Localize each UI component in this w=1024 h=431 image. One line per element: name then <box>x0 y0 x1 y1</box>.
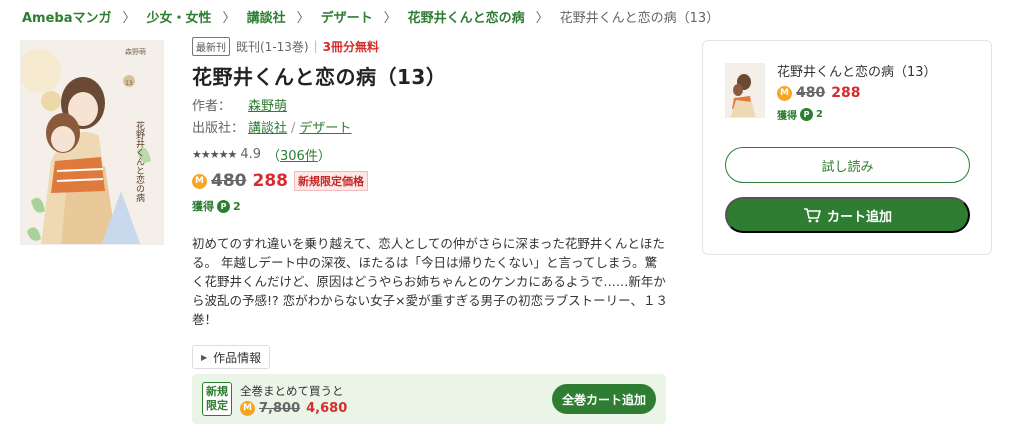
panel-info: 花野井くんと恋の病（13） M 480 288 獲得 P 2 <box>777 61 937 122</box>
badge-separator: | <box>313 39 318 53</box>
publisher-label: 出版社： <box>192 121 245 136</box>
author-link[interactable]: 森野萌 <box>248 99 287 114</box>
points-row: 獲得 P 2 <box>192 198 672 214</box>
breadcrumb-separator: 〉 <box>222 10 236 26</box>
publisher-row: 出版社： 講談社 / デザート <box>192 118 672 140</box>
publisher-separator: / <box>291 121 296 136</box>
points-label: 獲得 <box>192 200 214 213</box>
volume-range: 既刊(1-13巻) <box>236 39 309 54</box>
rating-count: （306件） <box>267 148 331 164</box>
breadcrumb-category[interactable]: 少女・女性 <box>147 7 212 26</box>
breadcrumb-separator: 〉 <box>122 10 136 26</box>
add-to-cart-label: カート追加 <box>826 208 892 224</box>
point-icon: P <box>217 199 230 213</box>
bulk-purchase-box: 新規 限定 全巻まとめて買うと M 7,800 4,680 全巻カート追加 <box>192 374 666 424</box>
caret-right-icon: ▶ <box>201 352 208 362</box>
book-meta: 作者： 森野萌 出版社： 講談社 / デザート <box>192 96 672 140</box>
star-rating-icon: ★★★★★ <box>192 147 237 161</box>
author-row: 作者： 森野萌 <box>192 96 672 118</box>
original-price: 480 <box>211 171 247 191</box>
book-title: 花野井くんと恋の病（13） <box>192 65 447 89</box>
new-limited-tag: 新規 限定 <box>202 382 232 416</box>
bulk-sale-price: 4,680 <box>306 400 348 416</box>
svg-text:森野萌: 森野萌 <box>125 47 146 56</box>
publisher-link[interactable]: 講談社 <box>248 121 287 136</box>
points-value: 2 <box>816 109 823 120</box>
bulk-prices: M 7,800 4,680 <box>240 400 348 416</box>
points-label: 獲得 <box>777 111 797 122</box>
point-icon: P <box>800 108 813 121</box>
panel-original-price: 480 <box>796 85 826 101</box>
book-badges: 最新刊 既刊(1-13巻) | 3冊分無料 <box>192 36 672 56</box>
work-info-button[interactable]: ▶ 作品情報 <box>192 345 271 369</box>
review-count-link[interactable]: 306件 <box>280 149 318 164</box>
rating-value: 4.9 <box>240 146 261 162</box>
svg-text:13: 13 <box>125 80 133 87</box>
breadcrumb-current: 花野井くんと恋の病（13） <box>559 10 720 26</box>
author-label: 作者： <box>192 99 232 114</box>
points-value: 2 <box>233 199 241 213</box>
book-cover[interactable]: 13 森野萌 花野井くんと恋の病 <box>20 40 164 245</box>
bulk-text: 全巻まとめて買うと M 7,800 4,680 <box>240 383 347 416</box>
cart-icon <box>803 207 821 223</box>
breadcrumb-home[interactable]: Amebaマンガ <box>22 7 112 26</box>
breadcrumb: Amebaマンガ 〉 少女・女性 〉 講談社 〉 デザート 〉 花野井くんと恋の… <box>22 6 719 26</box>
coin-icon: M <box>192 173 207 189</box>
panel-price-row: M 480 288 <box>777 85 937 101</box>
add-all-to-cart-button[interactable]: 全巻カート追加 <box>551 384 656 414</box>
book-info: 最新刊 既刊(1-13巻) | 3冊分無料 花野井くんと恋の病（13） 作者： 森… <box>192 36 672 369</box>
limited-price-badge: 新規限定価格 <box>294 171 368 191</box>
breadcrumb-separator: 〉 <box>535 10 549 26</box>
svg-text:花野井くんと恋の病: 花野井くんと恋の病 <box>134 120 145 203</box>
cover-illustration: 13 森野萌 花野井くんと恋の病 <box>21 41 163 244</box>
breadcrumb-separator: 〉 <box>383 10 397 26</box>
breadcrumb-label[interactable]: デザート <box>321 7 373 26</box>
panel-title: 花野井くんと恋の病（13） <box>777 65 937 80</box>
work-info-label: 作品情報 <box>213 350 262 365</box>
panel-points-row: 獲得 P 2 <box>777 107 937 122</box>
add-to-cart-button[interactable]: カート追加 <box>725 197 970 233</box>
breadcrumb-series[interactable]: 花野井くんと恋の病 <box>408 7 525 26</box>
panel-cover-thumbnail[interactable] <box>725 63 765 118</box>
rating: ★★★★★ 4.9 （306件） <box>192 146 672 164</box>
label-link[interactable]: デザート <box>299 121 351 136</box>
bulk-label: 全巻まとめて買うと <box>240 383 344 398</box>
free-volumes: 3冊分無料 <box>322 39 380 54</box>
breadcrumb-separator: 〉 <box>296 10 310 26</box>
purchase-panel: 花野井くんと恋の病（13） M 480 288 獲得 P 2 試し読み カート追… <box>702 40 992 255</box>
book-description: 初めてのすれ違いを乗り越えて、恋人としての仲がさらに深まった花野井くんとほたる。… <box>192 236 668 327</box>
coin-icon: M <box>777 85 792 101</box>
sale-price: 288 <box>252 171 289 191</box>
price-row: M 480 288 新規限定価格 <box>192 170 672 192</box>
latest-badge: 最新刊 <box>192 36 230 56</box>
breadcrumb-publisher[interactable]: 講談社 <box>247 7 286 26</box>
trial-read-button[interactable]: 試し読み <box>725 147 970 183</box>
panel-sale-price: 288 <box>831 85 861 101</box>
bulk-original-price: 7,800 <box>259 400 301 416</box>
coin-icon: M <box>240 400 255 416</box>
